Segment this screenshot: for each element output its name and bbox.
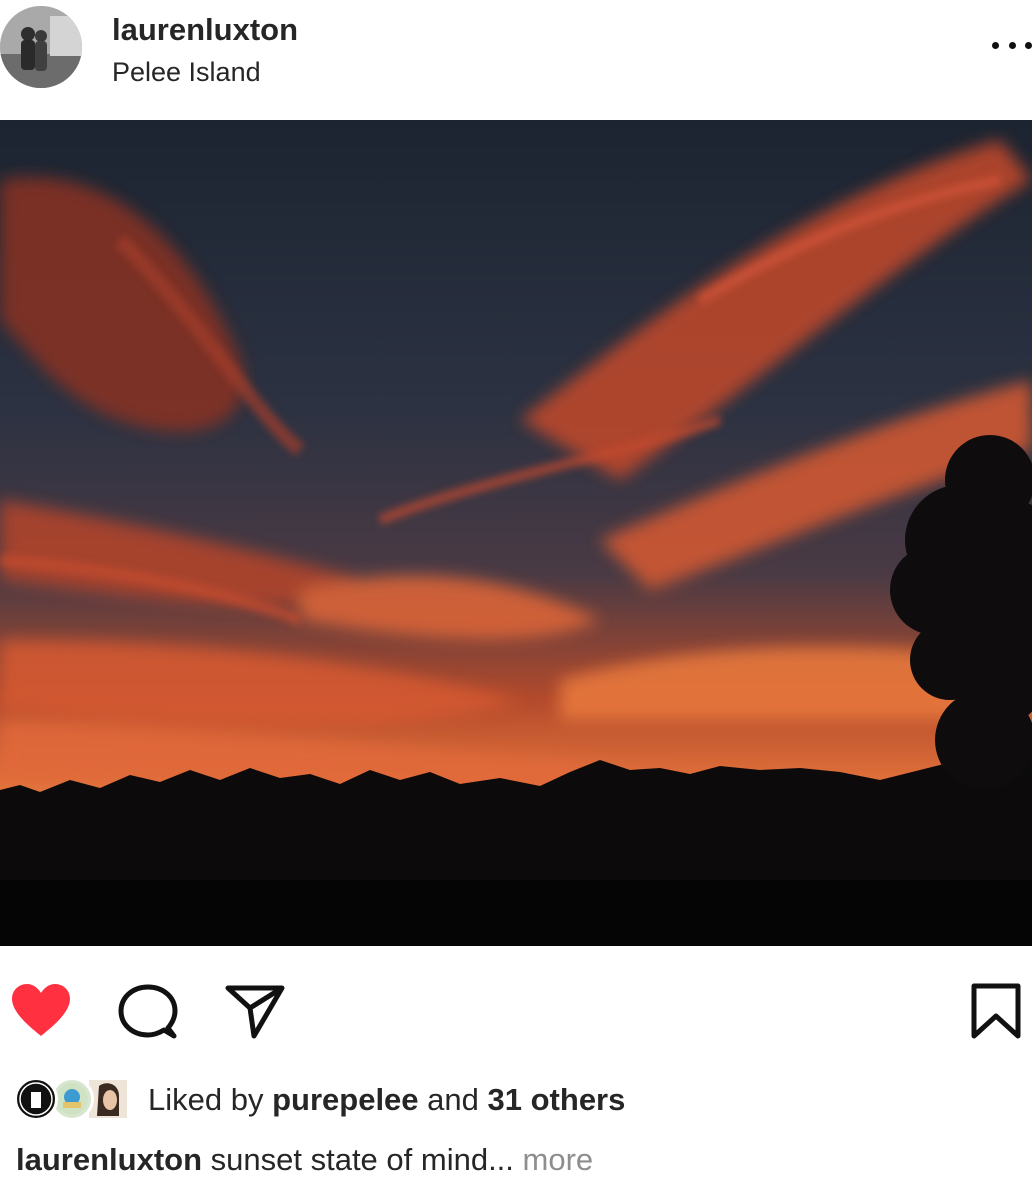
likes-prefix: Liked by <box>148 1082 264 1117</box>
likes-and: and <box>427 1082 479 1117</box>
caption-text: sunset state of mind... <box>210 1142 514 1177</box>
bookmark-icon[interactable] <box>970 982 1022 1045</box>
likes-others-link[interactable]: 31 others <box>488 1082 626 1117</box>
dot <box>1008 41 1016 49</box>
share-icon[interactable] <box>224 984 286 1045</box>
likes-summary: Liked by purepelee and 31 others <box>148 1082 625 1118</box>
dot <box>1025 41 1032 49</box>
liker-username[interactable]: purepelee <box>272 1082 418 1117</box>
post-photo[interactable] <box>0 120 1032 946</box>
dot <box>992 41 999 49</box>
heart-icon[interactable] <box>10 982 72 1043</box>
likes-row: Liked by purepelee and 31 others <box>0 1075 1032 1125</box>
liker-avatars[interactable] <box>14 1075 134 1125</box>
comment-icon[interactable] <box>118 984 178 1045</box>
caption-more-link[interactable]: more <box>523 1142 594 1177</box>
user-avatar[interactable] <box>0 6 82 88</box>
post-username[interactable]: laurenluxton <box>112 12 298 48</box>
post-header: laurenluxton Pelee Island <box>0 0 1032 120</box>
post-location[interactable]: Pelee Island <box>112 57 261 88</box>
post-caption: laurenluxton sunset state of mind... mor… <box>16 1142 593 1178</box>
sunset-image <box>0 120 1032 946</box>
post-actions <box>0 970 1032 1050</box>
avatar-photo <box>0 6 82 88</box>
caption-username[interactable]: laurenluxton <box>16 1142 202 1177</box>
liker-avatar <box>14 1077 58 1121</box>
more-options-icon[interactable] <box>992 30 1032 60</box>
